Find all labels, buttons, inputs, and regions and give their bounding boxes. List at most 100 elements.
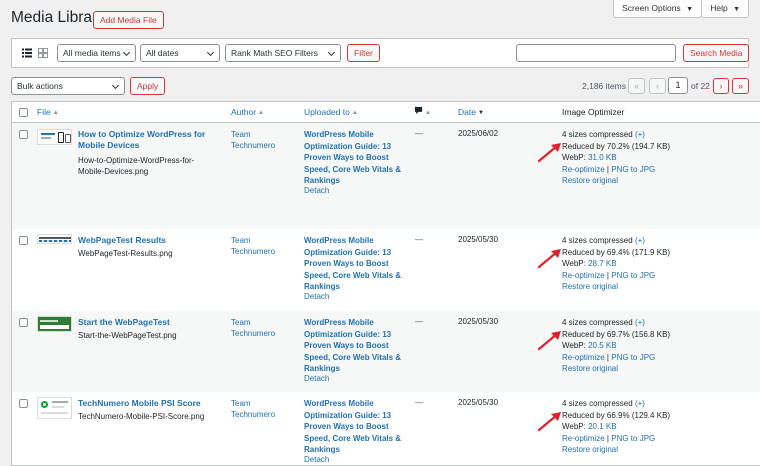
help-label: Help — [710, 3, 728, 13]
column-header-date[interactable]: Date ▼ — [458, 107, 484, 117]
author-link[interactable]: Team Technumero — [231, 317, 291, 339]
uploaded-to-link[interactable]: WordPress Mobile Optimization Guide: 13 Pr… — [304, 235, 404, 293]
dates-value: All dates — [146, 48, 179, 58]
file-name: Start-the-WebPageTest.png — [78, 331, 177, 340]
webp-size-link[interactable]: 20.1 KB — [588, 422, 616, 431]
dates-select[interactable]: All dates — [140, 44, 220, 62]
sort-icon: ▲ — [258, 110, 264, 116]
comments-count: — — [415, 317, 423, 326]
thumbnail-image[interactable] — [37, 234, 72, 244]
bulk-actions-value: Bulk actions — [17, 81, 63, 91]
table-row: WebPageTest Results WebPageTest-Results.… — [12, 229, 760, 311]
list-view-icon[interactable] — [22, 48, 32, 58]
expand-sizes-link[interactable]: (+) — [635, 130, 645, 139]
expand-sizes-link[interactable]: (+) — [635, 399, 645, 408]
thumbnail-image[interactable] — [37, 316, 72, 332]
seo-filter-value: Rank Math SEO Filters — [231, 48, 318, 58]
help-tab[interactable]: Help ▼ — [701, 0, 749, 18]
media-type-select[interactable]: All media items — [57, 44, 136, 62]
uploaded-to-link[interactable]: WordPress Mobile Optimization Guide: 13 Pr… — [304, 398, 404, 456]
row-checkbox[interactable] — [19, 318, 28, 327]
sort-icon: ▲ — [52, 110, 59, 116]
add-media-file-button[interactable]: Add Media File — [93, 11, 164, 29]
item-count: 2,186 items — [582, 81, 626, 91]
optimizer-status: 4 sizes compressed (+) Reduced by 69.4% … — [562, 236, 671, 291]
png-to-jpg-link[interactable]: PNG to JPG — [611, 271, 655, 280]
png-to-jpg-link[interactable]: PNG to JPG — [611, 165, 655, 174]
column-header-file[interactable]: File ▲ — [37, 107, 59, 117]
uploaded-to-link[interactable]: WordPress Mobile Optimization Guide: 13 Pr… — [304, 129, 404, 187]
media-title-link[interactable]: Start the WebPageTest — [78, 317, 170, 328]
restore-original-link[interactable]: Restore original — [562, 445, 618, 454]
optimizer-status: 4 sizes compressed (+) Reduced by 69.7% … — [562, 318, 671, 373]
comments-count: — — [415, 398, 423, 407]
thumbnail-image[interactable] — [37, 397, 72, 419]
media-title-link[interactable]: TechNumero Mobile PSI Score — [78, 398, 201, 409]
author-link[interactable]: Team Technumero — [231, 129, 291, 151]
date-header-label: Date — [458, 107, 476, 117]
reoptimize-link[interactable]: Re-optimize — [562, 353, 605, 362]
expand-sizes-link[interactable]: (+) — [635, 236, 645, 245]
reoptimize-link[interactable]: Re-optimize — [562, 165, 605, 174]
page-total: of 22 — [691, 81, 710, 91]
first-page-button[interactable]: « — [628, 78, 645, 94]
last-page-button[interactable]: » — [732, 78, 749, 94]
detach-link[interactable]: Detach — [304, 292, 329, 301]
upload-date: 2025/06/02 — [458, 129, 499, 138]
author-link[interactable]: Team Technumero — [231, 398, 291, 420]
search-media-button[interactable]: Search Media — [683, 44, 750, 62]
png-to-jpg-link[interactable]: PNG to JPG — [611, 353, 655, 362]
column-header-uploaded[interactable]: Uploaded to ▲ — [304, 107, 358, 117]
red-annotation-arrow-icon — [537, 249, 561, 269]
detach-link[interactable]: Detach — [304, 455, 329, 464]
bulk-actions-select[interactable]: Bulk actions — [11, 77, 125, 95]
restore-original-link[interactable]: Restore original — [562, 282, 618, 291]
comments-count: — — [415, 235, 423, 244]
sort-icon: ▲ — [425, 110, 431, 116]
column-header-comments[interactable]: ▲ — [414, 106, 431, 117]
detach-link[interactable]: Detach — [304, 374, 329, 383]
grid-view-icon[interactable] — [38, 48, 48, 58]
restore-original-link[interactable]: Restore original — [562, 176, 618, 185]
file-name: TechNumero-Mobile-PSI-Score.png — [78, 412, 205, 421]
thumbnail-image[interactable] — [37, 129, 72, 145]
search-media-input[interactable] — [516, 44, 676, 62]
webp-size-link[interactable]: 20.5 KB — [588, 341, 616, 350]
next-page-button[interactable]: › — [713, 78, 729, 94]
table-header-row: File ▲ Author ▲ Uploaded to ▲ ▲ Date ▼ Image… — [12, 102, 760, 123]
expand-sizes-link[interactable]: (+) — [635, 318, 645, 327]
png-to-jpg-link[interactable]: PNG to JPG — [611, 434, 655, 443]
caret-down-icon: ▼ — [686, 6, 693, 13]
file-name: WebPageTest-Results.png — [78, 249, 173, 258]
rank-math-seo-select[interactable]: Rank Math SEO Filters — [225, 44, 341, 62]
row-checkbox[interactable] — [19, 399, 28, 408]
detach-link[interactable]: Detach — [304, 186, 329, 195]
prev-page-button[interactable]: ‹ — [649, 78, 666, 94]
apply-button[interactable]: Apply — [130, 77, 166, 95]
reoptimize-link[interactable]: Re-optimize — [562, 434, 605, 443]
webp-size-link[interactable]: 31.0 KB — [588, 153, 616, 162]
comment-bubble-icon — [414, 106, 423, 115]
select-all-checkbox[interactable] — [19, 108, 28, 117]
upload-date: 2025/05/30 — [458, 398, 499, 407]
uploaded-to-link[interactable]: WordPress Mobile Optimization Guide: 13 Pr… — [304, 317, 404, 375]
row-checkbox[interactable] — [19, 236, 28, 245]
webp-size-link[interactable]: 28.7 KB — [588, 259, 616, 268]
file-name: How-to-Optimize-WordPress-for- Mobile-Dev… — [78, 156, 195, 176]
row-checkbox[interactable] — [19, 130, 28, 139]
red-annotation-arrow-icon — [537, 331, 561, 351]
author-header-label: Author — [231, 107, 257, 117]
upload-date: 2025/05/30 — [458, 317, 499, 326]
table-row: TechNumero Mobile PSI Score TechNumero-M… — [12, 392, 760, 465]
filter-button[interactable]: Filter — [347, 44, 380, 62]
author-link[interactable]: Team Technumero — [231, 235, 291, 257]
media-title-link[interactable]: WebPageTest Results — [78, 235, 166, 246]
file-header-label: File — [37, 107, 51, 117]
reoptimize-link[interactable]: Re-optimize — [562, 271, 605, 280]
column-header-author[interactable]: Author ▲ — [231, 107, 264, 117]
screen-options-tab[interactable]: Screen Options ▼ — [613, 0, 702, 18]
restore-original-link[interactable]: Restore original — [562, 364, 618, 373]
media-title-link[interactable]: How to Optimize WordPress for Mobile Devi… — [78, 129, 205, 151]
sort-icon: ▲ — [351, 110, 358, 116]
current-page-input[interactable]: 1 — [668, 77, 688, 94]
